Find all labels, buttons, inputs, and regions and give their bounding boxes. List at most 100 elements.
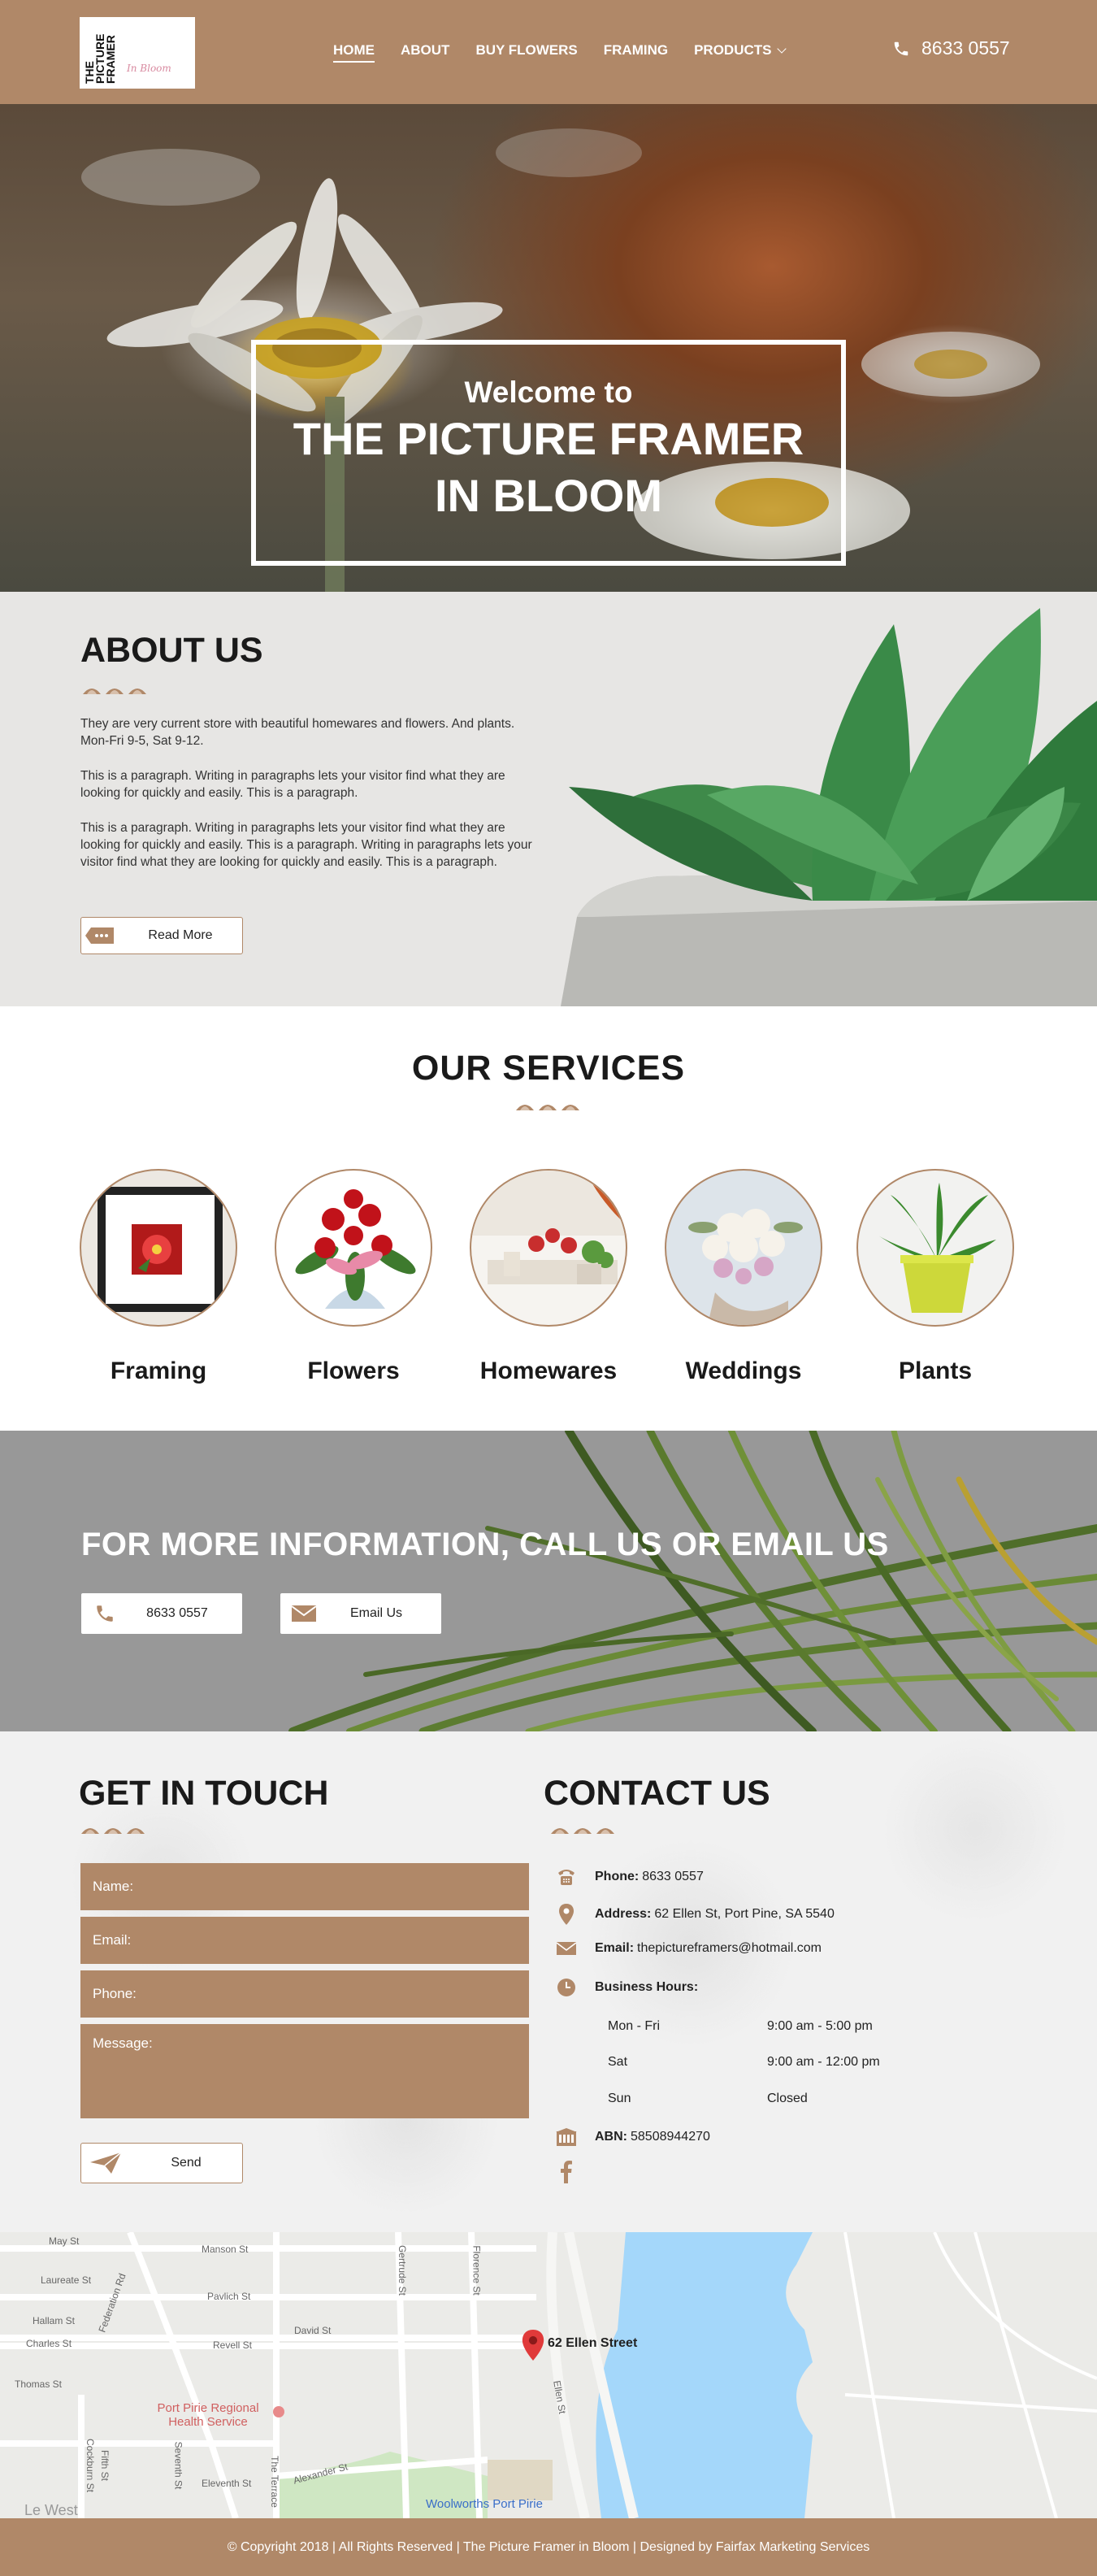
call-button[interactable]: 8633 0557 bbox=[81, 1593, 242, 1634]
service-flowers-image bbox=[275, 1169, 432, 1327]
site-logo[interactable]: THE PICTURE FRAMER In Bloom bbox=[80, 17, 195, 89]
lotus-icon bbox=[551, 1828, 614, 1834]
email-field[interactable]: Email: bbox=[80, 1917, 529, 1964]
phone-icon bbox=[894, 41, 908, 55]
service-homewares-label: Homewares bbox=[479, 1358, 618, 1384]
street-label: Thomas St bbox=[15, 2378, 63, 2390]
lotus-icon bbox=[81, 1828, 145, 1834]
location-map[interactable]: May St Manson St Laureate St Pavlich St … bbox=[0, 2232, 1097, 2518]
get-in-touch-heading: GET IN TOUCH bbox=[79, 1774, 329, 1813]
call-button-label: 8633 0557 bbox=[146, 1606, 208, 1620]
street-label: Manson St bbox=[202, 2244, 249, 2255]
hours-day-1: Mon - Fri bbox=[608, 2019, 660, 2033]
lotus-icon bbox=[516, 1105, 579, 1110]
street-label: May St bbox=[49, 2235, 80, 2247]
nav-products-label: PRODUCTS bbox=[694, 42, 772, 58]
service-weddings-label: Weddings bbox=[685, 1358, 802, 1384]
contact-address-value: 62 Ellen St, Port Pine, SA 5540 bbox=[654, 1907, 835, 1921]
service-weddings-image bbox=[665, 1169, 822, 1327]
contact-abn-value: 58508944270 bbox=[631, 2130, 710, 2144]
succulent-image bbox=[561, 608, 1097, 1006]
map-pin-icon[interactable] bbox=[522, 2330, 544, 2365]
telephone-icon bbox=[556, 1868, 577, 1886]
lotus-divider bbox=[80, 681, 150, 697]
service-plants-image bbox=[856, 1169, 1014, 1327]
service-plants[interactable]: Plants bbox=[856, 1169, 1014, 1385]
hero-banner: Welcome to THE PICTURE FRAMER IN BLOOM bbox=[0, 104, 1097, 592]
hours-day-3: Sun bbox=[608, 2092, 631, 2105]
nav-about[interactable]: ABOUT bbox=[401, 42, 449, 63]
name-field[interactable]: Name: bbox=[80, 1863, 529, 1910]
service-homewares-image bbox=[470, 1169, 627, 1327]
services-section: OUR SERVICES Framing Flowers Homewares W… bbox=[0, 1006, 1097, 1431]
street-label: The Terrace bbox=[268, 2456, 280, 2508]
message-field[interactable]: Message: bbox=[80, 2024, 529, 2118]
contact-phone-value[interactable]: 8633 0557 bbox=[642, 1870, 704, 1884]
service-flowers-label: Flowers bbox=[307, 1358, 400, 1384]
street-label: Pavlich St bbox=[207, 2291, 251, 2302]
phone-icon bbox=[81, 1603, 128, 1624]
lotus-divider bbox=[548, 1821, 618, 1837]
envelope-icon bbox=[280, 1604, 327, 1623]
service-weddings[interactable]: Weddings bbox=[665, 1169, 822, 1385]
street-label: Cockburn St bbox=[85, 2438, 97, 2493]
phone-field[interactable]: Phone: bbox=[80, 1970, 529, 2018]
contact-abn-label: ABN: bbox=[595, 2130, 627, 2144]
street-label: Le West bbox=[24, 2502, 78, 2518]
contact-address-label: Address: bbox=[595, 1907, 652, 1921]
contact-us-heading: CONTACT US bbox=[544, 1774, 770, 1813]
nav-framing[interactable]: FRAMING bbox=[604, 42, 668, 63]
lotus-icon bbox=[83, 689, 146, 694]
about-paragraph-3: This is a paragraph. Writing in paragrap… bbox=[80, 821, 532, 869]
hours-day-2: Sat bbox=[608, 2055, 628, 2069]
nav-buy-flowers[interactable]: BUY FLOWERS bbox=[475, 42, 577, 63]
about-section: ABOUT US They are very current store wit… bbox=[0, 592, 1097, 1006]
hours-time-3: Closed bbox=[767, 2092, 808, 2105]
envelope-icon bbox=[556, 1941, 577, 1956]
cta-section: FOR MORE INFORMATION, CALL US OR EMAIL U… bbox=[0, 1431, 1097, 1731]
tag-icon bbox=[81, 926, 119, 945]
service-framing-label: Framing bbox=[110, 1358, 207, 1384]
street-label: Laureate St bbox=[41, 2274, 92, 2286]
street-label: Charles St bbox=[26, 2338, 72, 2349]
street-label: Hallam St bbox=[33, 2315, 76, 2326]
hours-time-1: 9:00 am - 5:00 pm bbox=[767, 2019, 873, 2033]
send-button-label: Send bbox=[171, 2156, 202, 2170]
header-phone[interactable]: 8633 0557 bbox=[892, 37, 1010, 59]
facebook-link[interactable] bbox=[556, 2161, 595, 2183]
palm-leaves-image bbox=[288, 1431, 1097, 1731]
facebook-icon[interactable] bbox=[556, 2161, 577, 2183]
hero-welcome-text: Welcome to bbox=[464, 376, 633, 409]
about-heading: ABOUT US bbox=[80, 631, 263, 670]
street-label: Eleventh St bbox=[202, 2478, 252, 2489]
hero-title-line2: IN BLOOM bbox=[435, 470, 662, 521]
send-button[interactable]: Send bbox=[80, 2143, 243, 2183]
map-streets bbox=[0, 2232, 1097, 2518]
contact-hours-label: Business Hours: bbox=[595, 1980, 699, 1994]
street-label: David St bbox=[294, 2325, 332, 2336]
hero-welcome-box: Welcome to THE PICTURE FRAMER IN BLOOM bbox=[251, 340, 846, 566]
email-button[interactable]: Email Us bbox=[280, 1593, 441, 1634]
building-icon bbox=[556, 2128, 577, 2146]
service-flowers[interactable]: Flowers bbox=[275, 1169, 432, 1385]
email-button-label: Email Us bbox=[349, 1606, 402, 1620]
street-label: Revell St bbox=[213, 2339, 253, 2351]
contact-email-label: Email: bbox=[595, 1941, 635, 1955]
street-label: Gertrude St bbox=[397, 2244, 409, 2296]
hospital-label: Port Pirie Regional Health Service bbox=[157, 2401, 259, 2429]
chevron-down-icon bbox=[776, 44, 787, 54]
contact-email-value[interactable]: thepictureframers@hotmail.com bbox=[637, 1941, 822, 1956]
nav-home[interactable]: HOME bbox=[333, 42, 375, 63]
header-phone-number: 8633 0557 bbox=[921, 37, 1010, 59]
paper-plane-icon bbox=[81, 2151, 130, 2175]
clock-icon bbox=[556, 1978, 577, 1997]
service-homewares[interactable]: Homewares bbox=[470, 1169, 627, 1385]
logo-text: THE PICTURE FRAMER bbox=[83, 33, 117, 84]
service-framing-image bbox=[80, 1169, 237, 1327]
nav-products[interactable]: PRODUCTS bbox=[694, 42, 787, 63]
woolworths-label: Woolworths Port Pirie bbox=[426, 2497, 543, 2511]
site-header: THE PICTURE FRAMER In Bloom HOME ABOUT B… bbox=[0, 0, 1097, 104]
service-framing[interactable]: Framing bbox=[80, 1169, 237, 1385]
street-label: Florence St bbox=[470, 2245, 483, 2296]
read-more-button[interactable]: Read More bbox=[80, 917, 243, 954]
